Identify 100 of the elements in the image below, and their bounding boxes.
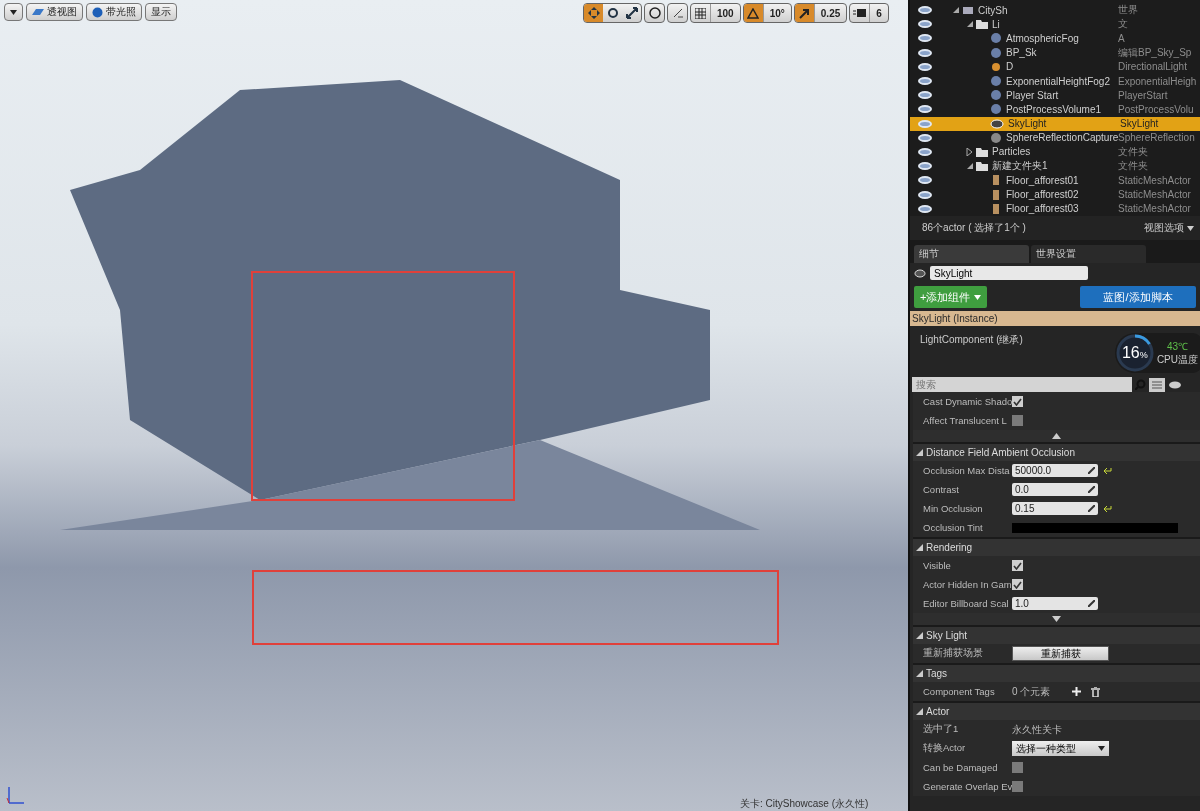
recapture-button[interactable]: 重新捕获: [1012, 646, 1109, 661]
number-field[interactable]: 0.15: [1012, 502, 1098, 515]
view-options-button[interactable]: 视图选项: [1144, 221, 1194, 235]
list-view-icon[interactable]: [1149, 377, 1165, 392]
collapsed-arrow-icon[interactable]: [966, 147, 974, 156]
expanded-arrow-icon[interactable]: [966, 20, 974, 29]
type-dropdown[interactable]: 选择一种类型: [1012, 741, 1109, 756]
element-count: 0 个元素: [1012, 684, 1052, 699]
outliner-row[interactable]: 新建文件夹1 文件夹: [910, 159, 1200, 174]
outliner-row[interactable]: Floor_afforest03 StaticMeshActor: [910, 201, 1200, 216]
color-swatch[interactable]: [1012, 522, 1178, 533]
reset-arrow-icon[interactable]: [1103, 466, 1112, 475]
actor-name: BP_Sk: [1006, 47, 1038, 59]
lit-mode-button[interactable]: 带光照: [86, 3, 142, 21]
actor-icon: [990, 46, 1002, 59]
actor-name: Floor_afforest02: [1006, 189, 1080, 201]
property-label: Occlusion Tint: [923, 522, 984, 533]
outliner-row[interactable]: Li 文: [910, 17, 1200, 32]
checkbox[interactable]: [1012, 781, 1023, 792]
outliner-row[interactable]: CitySh 世界: [910, 3, 1200, 18]
triangle-icon: [747, 7, 760, 19]
drag-handle-icon: [1088, 505, 1095, 512]
transform-mode-button[interactable]: [584, 4, 603, 22]
add-icon[interactable]: [1072, 687, 1081, 696]
expand-arrow-icon[interactable]: [1052, 616, 1061, 622]
component-row[interactable]: LightComponent (继承): [910, 332, 1027, 347]
blueprint-button[interactable]: 蓝图/添加脚本: [1080, 286, 1196, 308]
eye-icon[interactable]: [918, 34, 932, 43]
actor-name: PostProcessVolume1: [1006, 103, 1103, 115]
trash-icon[interactable]: [1091, 686, 1100, 697]
expanded-arrow-icon[interactable]: [916, 449, 923, 456]
checkbox[interactable]: [1012, 560, 1023, 571]
eye-icon[interactable]: [918, 133, 932, 142]
eye-icon[interactable]: [918, 176, 932, 185]
number-field[interactable]: 50000.0: [1012, 464, 1098, 477]
name-field[interactable]: SkyLight: [930, 266, 1088, 280]
eye-icon[interactable]: [918, 77, 932, 86]
outliner-row[interactable]: D DirectionalLight: [910, 59, 1200, 74]
eye-icon[interactable]: [918, 48, 932, 57]
cpu-percent: 16%: [1121, 344, 1148, 362]
outliner-row[interactable]: SkyLight SkyLight: [910, 116, 1200, 131]
outliner-row[interactable]: SphereReflectionCaptureSphereReflection: [910, 130, 1200, 145]
expanded-arrow-icon[interactable]: [952, 6, 960, 15]
camera-speed-icon: [852, 8, 867, 18]
eye-icon[interactable]: [918, 62, 932, 71]
collapse-arrow-icon[interactable]: [1052, 433, 1061, 439]
actor-name: SkyLight: [1008, 118, 1048, 130]
eye-icon[interactable]: [918, 190, 932, 199]
snap-toggle[interactable]: [794, 4, 814, 22]
checkbox[interactable]: [1012, 415, 1023, 426]
expanded-arrow-icon[interactable]: [916, 632, 923, 639]
caret-icon: [1098, 746, 1105, 751]
show-button[interactable]: 显示: [145, 3, 177, 21]
section-title: Tags: [926, 668, 948, 679]
checkbox[interactable]: [1012, 579, 1023, 590]
actor-type: SkyLight: [1120, 118, 1160, 130]
outliner-row[interactable]: Player Start PlayerStart: [910, 88, 1200, 103]
panel-tab[interactable]: 世界设置: [1031, 245, 1146, 263]
plane-icon: [32, 9, 44, 15]
mesh-icon: [990, 174, 1002, 187]
outliner-row[interactable]: BP_Sk 编辑BP_Sky_Sp: [910, 45, 1200, 60]
number-field[interactable]: 0.0: [1012, 483, 1098, 496]
check-icon: [1013, 580, 1022, 589]
cpu-temperature-label: CPU温度: [1156, 353, 1198, 367]
eye-icon[interactable]: [1168, 380, 1182, 389]
actor-icon: [990, 103, 1002, 116]
eye-icon[interactable]: [918, 147, 932, 156]
search-field[interactable]: 搜索: [912, 377, 1132, 392]
eye-icon[interactable]: [918, 91, 932, 100]
expanded-arrow-icon[interactable]: [916, 670, 923, 677]
eye-icon[interactable]: [918, 105, 932, 114]
property-label: Actor Hidden In Gam: [923, 579, 1012, 590]
expanded-arrow-icon[interactable]: [916, 544, 923, 551]
outliner-row[interactable]: Particles 文件夹: [910, 144, 1200, 160]
move-icon: [587, 7, 600, 19]
component-row[interactable]: SkyLight (Instance): [910, 311, 1200, 326]
cloud-icon: [914, 268, 926, 278]
expanded-arrow-icon[interactable]: [916, 708, 923, 715]
eye-icon[interactable]: [918, 20, 932, 29]
outliner-row[interactable]: Floor_afforest02 StaticMeshActor: [910, 187, 1200, 202]
outliner-row[interactable]: PostProcessVolume1 PostProcessVolu: [910, 102, 1200, 117]
viewport-menu-button[interactable]: [4, 3, 23, 21]
eye-icon[interactable]: [918, 6, 932, 15]
checkbox[interactable]: [1012, 762, 1023, 773]
actor-type: SphereReflection: [1118, 132, 1196, 144]
outliner-row[interactable]: Floor_afforest01 StaticMeshActor: [910, 173, 1200, 188]
checkbox[interactable]: [1012, 396, 1023, 407]
eye-icon[interactable]: [918, 162, 932, 171]
expanded-arrow-icon[interactable]: [966, 162, 974, 171]
snap-toggle[interactable]: [743, 4, 763, 22]
outliner-row[interactable]: AtmosphericFog A: [910, 31, 1200, 46]
actor-type: 编辑BP_Sky_Sp: [1118, 45, 1193, 60]
eye-icon[interactable]: [918, 204, 932, 213]
reset-arrow-icon[interactable]: [1103, 504, 1112, 513]
number-field[interactable]: 1.0: [1012, 597, 1098, 610]
panel-tab[interactable]: 细节: [914, 245, 1029, 263]
actor-icon: [990, 32, 1002, 45]
perspective-button[interactable]: 透视图: [26, 3, 83, 21]
outliner-row[interactable]: ExponentialHeightFog2 ExponentialHeigh: [910, 73, 1200, 89]
check-icon: [1013, 397, 1022, 406]
